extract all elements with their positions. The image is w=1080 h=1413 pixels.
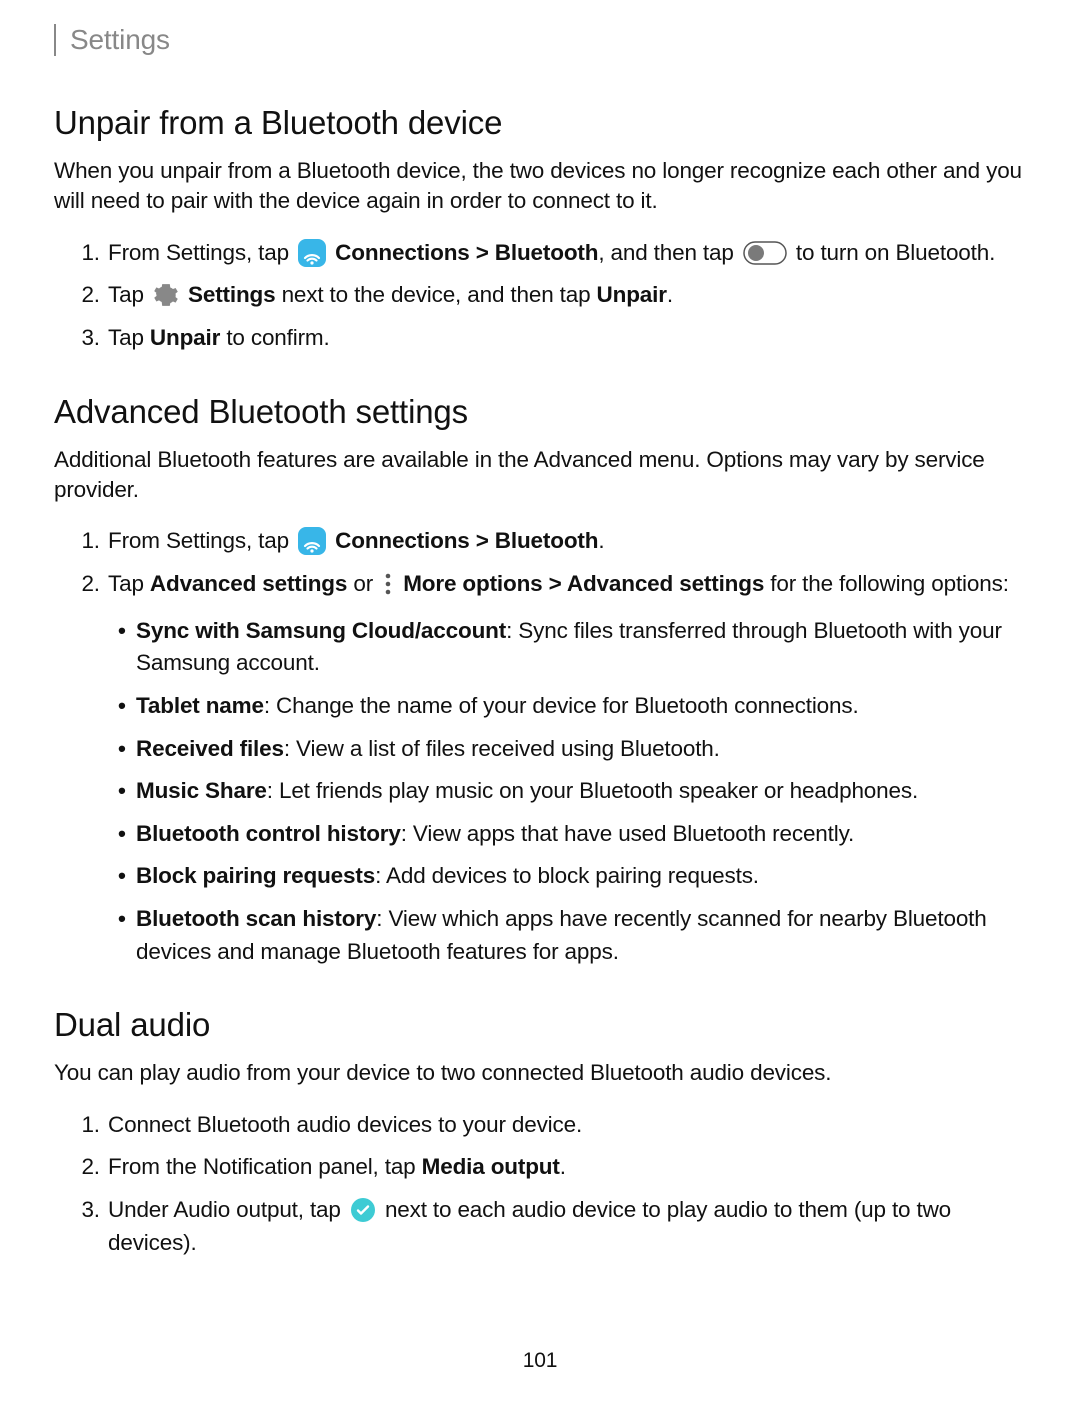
unpair-step-1: From Settings, tap Connections > Bluetoo… bbox=[106, 237, 1026, 270]
unpair-step-2: Tap Settings next to the device, and the… bbox=[106, 279, 1026, 312]
page-number: 101 bbox=[54, 1349, 1026, 1373]
dual-steps: Connect Bluetooth audio devices to your … bbox=[54, 1109, 1026, 1260]
dual-step-1: Connect Bluetooth audio devices to your … bbox=[106, 1109, 1026, 1142]
section-header-text: Settings bbox=[70, 24, 1026, 56]
option-received-files: Received files: View a list of files rec… bbox=[118, 733, 1026, 766]
heading-unpair: Unpair from a Bluetooth device bbox=[54, 104, 1026, 142]
check-circle-icon bbox=[350, 1197, 376, 1223]
unpair-intro: When you unpair from a Bluetooth device,… bbox=[54, 156, 1026, 217]
option-control-history: Bluetooth control history: View apps tha… bbox=[118, 818, 1026, 851]
unpair-steps: From Settings, tap Connections > Bluetoo… bbox=[54, 237, 1026, 355]
advanced-intro: Additional Bluetooth features are availa… bbox=[54, 445, 1026, 506]
advanced-step-1: From Settings, tap Connections > Bluetoo… bbox=[106, 525, 1026, 558]
section-header: Settings bbox=[54, 24, 1026, 56]
unpair-step-3: Tap Unpair to confirm. bbox=[106, 322, 1026, 355]
option-sync-cloud: Sync with Samsung Cloud/account: Sync fi… bbox=[118, 615, 1026, 680]
advanced-options-list: Sync with Samsung Cloud/account: Sync fi… bbox=[108, 615, 1026, 969]
dual-step-2: From the Notification panel, tap Media o… bbox=[106, 1151, 1026, 1184]
toggle-off-icon bbox=[743, 241, 787, 265]
option-scan-history: Bluetooth scan history: View which apps … bbox=[118, 903, 1026, 968]
more-options-icon bbox=[382, 571, 394, 597]
connections-icon bbox=[298, 527, 326, 555]
advanced-steps: From Settings, tap Connections > Bluetoo… bbox=[54, 525, 1026, 968]
option-block-pairing: Block pairing requests: Add devices to b… bbox=[118, 860, 1026, 893]
connections-icon bbox=[298, 239, 326, 267]
heading-dual-audio: Dual audio bbox=[54, 1006, 1026, 1044]
gear-icon bbox=[153, 282, 179, 308]
dual-step-3: Under Audio output, tap next to each aud… bbox=[106, 1194, 1026, 1259]
dual-intro: You can play audio from your device to t… bbox=[54, 1058, 1026, 1088]
heading-advanced: Advanced Bluetooth settings bbox=[54, 393, 1026, 431]
option-tablet-name: Tablet name: Change the name of your dev… bbox=[118, 690, 1026, 723]
advanced-step-2: Tap Advanced settings or More options > … bbox=[106, 568, 1026, 968]
option-music-share: Music Share: Let friends play music on y… bbox=[118, 775, 1026, 808]
